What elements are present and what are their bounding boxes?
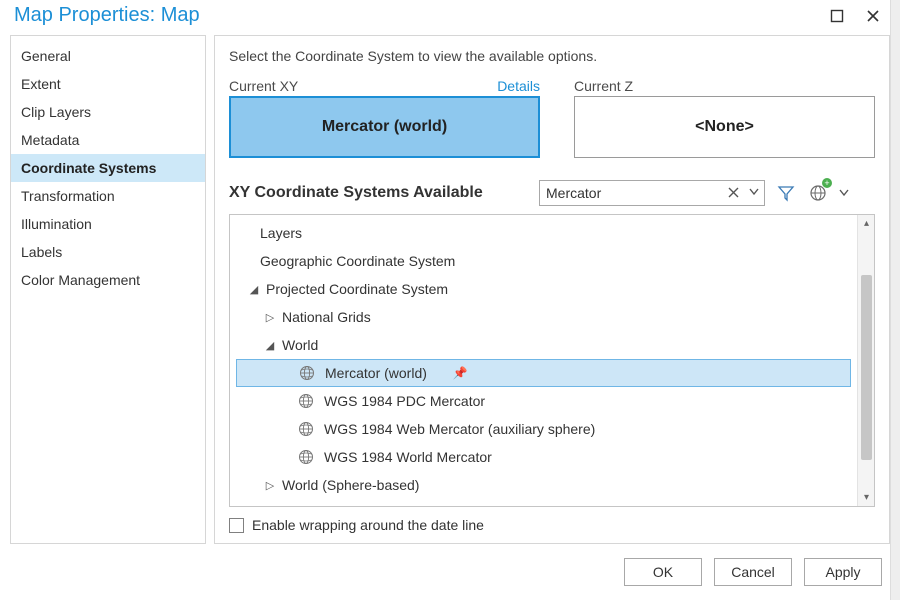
window-title: Map Properties: Map: [12, 4, 200, 27]
tree-leaf-wgs84-world[interactable]: WGS 1984 World Mercator: [230, 443, 857, 471]
tree-node-world[interactable]: ◢ World: [230, 331, 857, 359]
wrap-dateline-checkbox[interactable]: [229, 518, 244, 533]
sidebar: General Extent Clip Layers Metadata Coor…: [10, 35, 206, 544]
scroll-up-icon[interactable]: ▴: [858, 215, 875, 232]
globe-icon: [298, 449, 314, 465]
expand-icon[interactable]: ◢: [264, 339, 276, 352]
close-button[interactable]: [864, 7, 882, 25]
tree-leaf-wgs84-web[interactable]: WGS 1984 Web Mercator (auxiliary sphere): [230, 415, 857, 443]
globe-icon: [298, 393, 314, 409]
main-panel: Select the Coordinate System to view the…: [214, 35, 890, 544]
tree-leaf-label: WGS 1984 PDC Mercator: [322, 393, 485, 409]
available-title: XY Coordinate Systems Available: [229, 184, 529, 202]
favorite-icon: 📌: [453, 366, 468, 380]
current-xy-box[interactable]: Mercator (world): [229, 96, 540, 158]
collapse-icon[interactable]: ▷: [264, 311, 276, 324]
maximize-button[interactable]: [828, 7, 846, 25]
titlebar: Map Properties: Map: [0, 0, 900, 35]
sidebar-item-general[interactable]: General: [11, 42, 205, 70]
current-z-box[interactable]: <None>: [574, 96, 875, 158]
tree-node-world-sphere[interactable]: ▷ World (Sphere-based): [230, 471, 857, 499]
current-xy-value: Mercator (world): [322, 118, 447, 136]
sidebar-item-metadata[interactable]: Metadata: [11, 126, 205, 154]
sidebar-item-color-management[interactable]: Color Management: [11, 266, 205, 294]
current-z-label: Current Z: [574, 78, 633, 94]
add-coordinate-system-button[interactable]: +: [807, 182, 829, 204]
sidebar-item-transformation[interactable]: Transformation: [11, 182, 205, 210]
sidebar-item-clip-layers[interactable]: Clip Layers: [11, 98, 205, 126]
tree-leaf-label: Mercator (world): [323, 365, 427, 381]
collapse-icon[interactable]: ▷: [264, 479, 276, 492]
tree-node-gcs[interactable]: Geographic Coordinate System: [230, 247, 857, 275]
tree-leaf-label: WGS 1984 World Mercator: [322, 449, 492, 465]
tree-leaf-mercator-world[interactable]: Mercator (world) 📌: [236, 359, 851, 387]
apply-button[interactable]: Apply: [804, 558, 882, 586]
cancel-button[interactable]: Cancel: [714, 558, 792, 586]
filter-button[interactable]: [775, 182, 797, 204]
sidebar-item-coordinate-systems[interactable]: Coordinate Systems: [11, 154, 205, 182]
instruction-text: Select the Coordinate System to view the…: [229, 48, 875, 64]
scroll-thumb[interactable]: [861, 275, 872, 460]
wrap-dateline-label: Enable wrapping around the date line: [252, 517, 484, 533]
tree-node-layers[interactable]: Layers: [230, 219, 857, 247]
clear-search-icon[interactable]: [725, 184, 741, 200]
sidebar-item-labels[interactable]: Labels: [11, 238, 205, 266]
current-z-value: <None>: [695, 118, 754, 136]
cs-tree: Layers Geographic Coordinate System ◢ Pr…: [230, 215, 857, 506]
sidebar-item-illumination[interactable]: Illumination: [11, 210, 205, 238]
add-cs-dropdown-icon[interactable]: [839, 182, 849, 204]
dialog-footer: OK Cancel Apply: [0, 548, 900, 600]
tree-scrollbar[interactable]: ▴ ▾: [857, 215, 874, 506]
scroll-down-icon[interactable]: ▾: [858, 489, 875, 506]
tree-leaf-label: WGS 1984 Web Mercator (auxiliary sphere): [322, 421, 595, 437]
plus-badge-icon: +: [822, 178, 832, 188]
tree-leaf-wgs84-pdc[interactable]: WGS 1984 PDC Mercator: [230, 387, 857, 415]
globe-icon: [299, 365, 315, 381]
current-xy-label: Current XY: [229, 78, 298, 94]
ok-button[interactable]: OK: [624, 558, 702, 586]
details-link[interactable]: Details: [497, 78, 540, 94]
tree-node-pcs[interactable]: ◢ Projected Coordinate System: [230, 275, 857, 303]
globe-icon: [298, 421, 314, 437]
search-dropdown-icon[interactable]: [747, 185, 761, 199]
sidebar-item-extent[interactable]: Extent: [11, 70, 205, 98]
right-edge: [890, 0, 900, 600]
tree-node-national-grids[interactable]: ▷ National Grids: [230, 303, 857, 331]
expand-icon[interactable]: ◢: [248, 283, 260, 296]
